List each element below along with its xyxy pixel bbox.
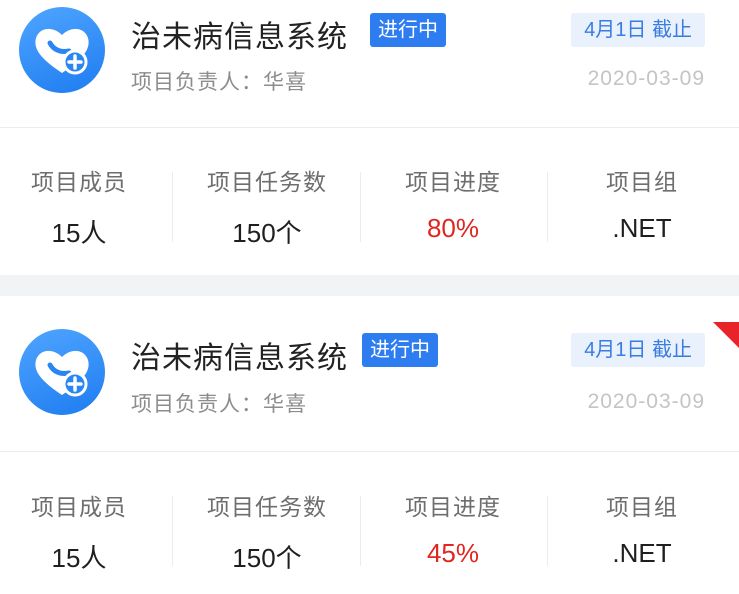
project-date: 2020-03-09 — [587, 67, 705, 90]
project-card-2[interactable]: 治未病信息系统 进行中 4月1日 截止 项目负责人：华喜 2020-03-09 … — [0, 296, 739, 594]
stat-value: 45% — [426, 538, 480, 568]
heart-plus-icon — [19, 329, 105, 415]
stat-label: 项目组 — [606, 494, 678, 520]
stat-members: 项目成员 15人 — [0, 128, 171, 250]
stat-group: 项目组 .NET — [550, 452, 734, 569]
stat-label: 项目进度 — [405, 494, 501, 520]
deadline-badge: 4月1日 截止 — [571, 333, 705, 367]
stat-label: 项目成员 — [31, 494, 127, 520]
project-card-header: 治未病信息系统 进行中 4月1日 截止 项目负责人：华喜 2020-03-09 — [0, 0, 739, 128]
project-card-1[interactable]: 治未病信息系统 进行中 4月1日 截止 项目负责人：华喜 2020-03-09 … — [0, 0, 739, 275]
stat-members: 项目成员 15人 — [0, 452, 171, 575]
stat-divider — [547, 496, 548, 566]
project-owner: 项目负责人：华喜 — [131, 393, 307, 416]
project-owner: 项目负责人：华喜 — [131, 71, 307, 94]
heart-plus-icon — [19, 7, 105, 93]
stat-value: 15人 — [51, 218, 107, 248]
stat-label: 项目组 — [606, 169, 678, 195]
stat-value: 80% — [426, 213, 480, 243]
stat-value: .NET — [612, 538, 672, 568]
stat-value: 150个 — [232, 543, 302, 573]
stat-value: 150个 — [232, 218, 302, 248]
status-badge: 进行中 — [370, 13, 446, 47]
project-stats: 项目成员 15人 项目任务数 150个 项目进度 45% 项目组 .NET — [0, 452, 739, 594]
status-badge: 进行中 — [362, 333, 438, 367]
stat-label: 项目任务数 — [207, 169, 327, 195]
stat-value: 15人 — [51, 543, 107, 573]
project-date: 2020-03-09 — [587, 390, 705, 413]
stat-tasks: 项目任务数 150个 — [175, 128, 359, 250]
stat-group: 项目组 .NET — [550, 128, 734, 244]
project-card-header: 治未病信息系统 进行中 4月1日 截止 项目负责人：华喜 2020-03-09 — [0, 296, 739, 452]
project-stats: 项目成员 15人 项目任务数 150个 项目进度 80% 项目组 .NET — [0, 128, 739, 275]
stat-value: .NET — [612, 213, 672, 243]
stat-label: 项目进度 — [405, 169, 501, 195]
stat-divider — [172, 496, 173, 566]
deadline-badge: 4月1日 截止 — [571, 13, 705, 47]
project-title: 治未病信息系统 — [131, 342, 348, 375]
stat-tasks: 项目任务数 150个 — [175, 452, 359, 575]
stat-progress: 项目进度 45% — [361, 452, 545, 569]
stat-progress: 项目进度 80% — [361, 128, 545, 244]
project-title: 治未病信息系统 — [131, 21, 348, 54]
stat-divider — [172, 172, 173, 242]
stat-label: 项目成员 — [31, 169, 127, 195]
stat-label: 项目任务数 — [207, 494, 327, 520]
stat-divider — [547, 172, 548, 242]
